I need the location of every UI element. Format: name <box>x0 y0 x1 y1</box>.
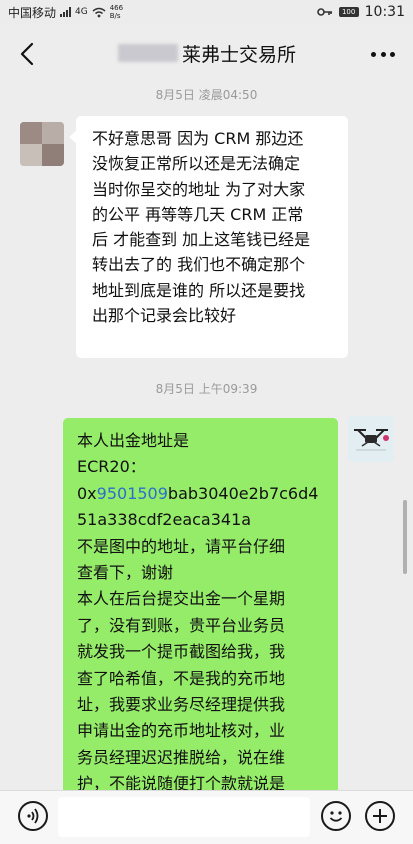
carrier-group: 中国移动 4G 466 B/s <box>8 4 123 21</box>
message-line: 当时你呈交的地址 为了对大家 <box>92 179 306 199</box>
chat-title: 莱弗士交易所 <box>182 43 297 66</box>
my-avatar[interactable] <box>348 416 394 462</box>
status-bar: 中国移动 4G 466 B/s 100 10:31 <box>0 0 413 24</box>
emoji-icon[interactable] <box>321 801 351 831</box>
message-line: 址，我要求业务尽经理提供我 <box>77 695 286 715</box>
redacted-name <box>118 44 178 62</box>
input-bar <box>0 790 413 844</box>
message-line: 的公平 再等等几天 CRM 正常 <box>92 204 304 224</box>
message-line: 本人在后台提交出金一个星期 <box>77 589 286 609</box>
sent-message-bubble[interactable]: 本人出金地址是 ECR20： 0x9501509bab3040e2b7c6d4 … <box>63 418 338 838</box>
drone-icon <box>348 416 394 462</box>
contact-avatar[interactable] <box>20 122 64 166</box>
clock: 10:31 <box>364 4 405 20</box>
message-input[interactable] <box>58 797 310 837</box>
plus-icon[interactable] <box>365 801 395 831</box>
chat-title-group: 莱弗士交易所 <box>118 38 296 68</box>
message-line: 申请出金的充币地址核对，业 <box>77 721 286 741</box>
message-line: 后 才能查到 加上这笔钱已经是 <box>92 230 311 250</box>
received-message-bubble[interactable]: 不好意思哥 因为 CRM 那边还 没恢复正常所以还是无法确定 当时你呈交的地址 … <box>69 116 348 358</box>
address-highlight: 9501509 <box>96 483 168 503</box>
message-line: 没恢复正常所以还是无法确定 <box>92 154 301 174</box>
message-line: 本人出金地址是 <box>77 431 190 450</box>
battery-icon: 100 <box>338 7 359 17</box>
message-line: 出那个记录会比较好 <box>92 306 237 326</box>
wifi-icon <box>92 7 106 17</box>
status-right: 100 10:31 <box>316 4 405 20</box>
message-line: 不好意思哥 因为 CRM 那边还 <box>92 129 304 148</box>
carrier-name: 中国移动 <box>8 5 57 20</box>
message-line: 不是图中的地址，请平台仔细 <box>77 536 286 556</box>
address-rest: bab3040e2b7c6d4 <box>167 483 319 503</box>
wallet-address-line: 51a338cdf2eaca341a <box>77 510 252 530</box>
message-line: 了，没有到账，贵平台业务员 <box>77 615 286 635</box>
key-icon <box>316 8 332 16</box>
message-line: 查看下，谢谢 <box>77 563 174 583</box>
message-timestamp: 8月5日 凌晨04:50 <box>155 88 258 102</box>
scrollbar[interactable] <box>403 500 407 574</box>
chat-header: 莱弗士交易所 <box>0 24 413 82</box>
back-icon[interactable] <box>14 40 42 68</box>
signal-icon <box>60 7 72 17</box>
message-line: 地址到底是谁的 所以还是要找 <box>92 280 306 300</box>
message-line: 查了哈希值，不是我的充币地 <box>77 668 286 688</box>
message-line: 务员经理迟迟推脱给，说在维 <box>77 747 286 767</box>
message-line: 转出去了的 我们也不确定那个 <box>92 255 306 275</box>
message-timestamp: 8月5日 上午09:39 <box>155 382 258 396</box>
address-prefix: 0x <box>77 483 97 503</box>
voice-icon[interactable] <box>18 801 48 831</box>
wallet-address-line: 0x9501509bab3040e2b7c6d4 <box>77 481 328 507</box>
message-line: 就发我一个提币截图给我，我 <box>77 642 286 662</box>
message-line: ECR20： <box>77 457 146 477</box>
more-icon[interactable] <box>371 44 395 64</box>
network-type: 4G <box>75 7 88 17</box>
network-speed: 466 B/s <box>109 4 124 20</box>
